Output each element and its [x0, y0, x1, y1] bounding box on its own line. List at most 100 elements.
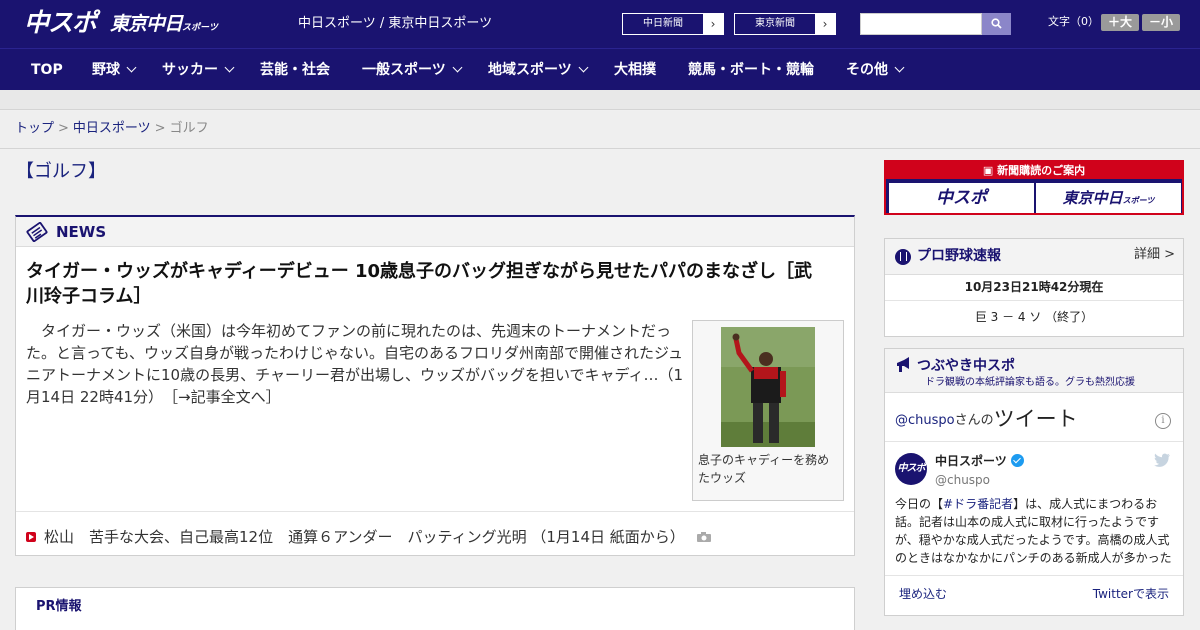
baseball-icon	[895, 249, 911, 265]
play-bullet-icon	[26, 532, 36, 542]
nav-label: 大相撲	[614, 62, 656, 78]
baseball-score-header: プロ野球速報 詳細 >	[885, 239, 1183, 275]
nav-label: 芸能・社会	[260, 62, 330, 78]
nav-soccer[interactable]: サッカー	[162, 49, 235, 91]
nav-sumo[interactable]: 大相撲	[614, 49, 656, 91]
twitter-divider	[885, 441, 1183, 442]
baseball-score-box: プロ野球速報 詳細 > 10月23日21時42分現在 巨 3 － 4 ソ （終了…	[884, 238, 1184, 337]
newspaper-icon	[26, 222, 48, 242]
font-larger-button[interactable]: ＋大	[1101, 14, 1139, 31]
breadcrumb-separator: >	[58, 121, 69, 136]
subscribe-bar: ▣ 新聞購読のご案内	[886, 162, 1182, 179]
news-header: NEWS	[16, 217, 854, 247]
news-divider	[16, 511, 854, 512]
nav-label: 地域スポーツ	[488, 62, 572, 78]
nav-label: 競馬・ボート・競輪	[688, 62, 814, 78]
tokyo-logo-text: 東京中日	[110, 13, 183, 35]
top-header: 中スポ 東京中日スポーツ 中日スポーツ / 東京中日スポーツ 中日新聞 › 東京…	[0, 0, 1200, 48]
pr-panel: PR情報	[15, 587, 855, 630]
pr-label: PR情報	[36, 599, 82, 614]
twitter-bird-icon[interactable]	[1154, 453, 1171, 467]
tweets-by-suffix: さんの	[954, 413, 994, 428]
subscribe-tokyo-small: スポーツ	[1122, 196, 1155, 205]
baseball-detail-link[interactable]: 詳細 >	[1134, 247, 1175, 263]
chevron-down-icon	[452, 62, 463, 73]
tokyo-chunichi-logo[interactable]: 東京中日スポーツ	[110, 12, 218, 40]
chevron-down-icon	[894, 62, 905, 73]
baseball-score-title: プロ野球速報	[917, 248, 1001, 264]
news-summary-text: タイガー・ウッズ（米国）は今年初めてファンの前に現れたのは、先週末のトーナメント…	[26, 322, 684, 406]
nav-label: サッカー	[162, 62, 218, 78]
twitter-handle-link[interactable]: @chuspo	[895, 413, 955, 428]
tweet-author-handle[interactable]: @chuspo	[935, 473, 990, 488]
news-panel: NEWS タイガー・ウッズがキャディーデビュー 10歳息子のバッグ担ぎながら見せ…	[15, 215, 855, 556]
read-more-link[interactable]: ［→記事全文へ］	[171, 388, 281, 406]
main-nav: TOP 野球 サッカー 芸能・社会 一般スポーツ 地域スポーツ 大相撲 競馬・ボ…	[0, 48, 1200, 90]
nav-label: TOP	[31, 62, 63, 78]
hashtag-link[interactable]: #ドラ番記者	[943, 497, 1013, 511]
subscribe-bar-label: 新聞購読のご案内	[997, 164, 1086, 177]
embed-link[interactable]: 埋め込む	[899, 586, 947, 602]
chevron-down-icon	[224, 62, 235, 73]
subscribe-chuspo-button[interactable]: 中スポ	[889, 183, 1034, 213]
chuspo-logo[interactable]: 中スポ	[24, 8, 97, 38]
tweet-author-name[interactable]: 中日スポーツ	[935, 454, 1024, 469]
news-photo	[721, 327, 815, 447]
news-sub-item-text: 松山 苦手な大会、自己最高12位 通算６アンダー パッティング光明 （1月14日…	[44, 528, 685, 546]
info-icon[interactable]: i	[1155, 413, 1171, 429]
tweets-label: ツイート	[993, 407, 1078, 431]
tokyo-shimbun-link[interactable]: 東京新聞 ›	[734, 13, 836, 35]
tweets-by-line: @chuspoさんのツイート	[895, 407, 1078, 433]
newspaper-icon: ▣	[982, 164, 998, 177]
search-button[interactable]	[982, 13, 1011, 35]
tokyo-shimbun-label: 東京新聞	[755, 18, 795, 29]
breadcrumb: トップ > 中日スポーツ > ゴルフ	[15, 121, 209, 137]
tokyo-logo-small: スポーツ	[182, 23, 218, 33]
chevron-down-icon	[126, 62, 137, 73]
breadcrumb-chunichi-link[interactable]: 中日スポーツ	[73, 121, 151, 136]
nav-local-sports[interactable]: 地域スポーツ	[488, 49, 589, 91]
verified-icon	[1010, 454, 1024, 467]
page-title: 【ゴルフ】	[16, 161, 106, 182]
baseball-divider	[885, 300, 1183, 301]
chunichi-shimbun-link[interactable]: 中日新聞 ›	[622, 13, 724, 35]
twitter-box-title: つぶやき中スポ	[917, 358, 1015, 374]
view-on-twitter-link[interactable]: Twitterで表示	[1093, 586, 1169, 602]
subscribe-banner[interactable]: ▣ 新聞購読のご案内 中スポ 東京中日スポーツ	[884, 160, 1184, 215]
camera-icon	[696, 532, 711, 542]
search-input[interactable]	[860, 13, 982, 35]
chevron-right-icon: ›	[815, 14, 835, 34]
subscribe-tokyo-button[interactable]: 東京中日スポーツ	[1036, 183, 1181, 213]
twitter-footer-divider	[885, 575, 1183, 576]
nav-entertainment[interactable]: 芸能・社会	[260, 49, 330, 91]
nav-label: その他	[846, 62, 888, 78]
font-smaller-button[interactable]: －小	[1142, 14, 1180, 31]
breadcrumb-current: ゴルフ	[169, 121, 209, 136]
nav-baseball[interactable]: 野球	[92, 49, 137, 91]
breadcrumb-separator: >	[154, 121, 166, 136]
nav-top[interactable]: TOP	[31, 49, 63, 91]
avatar[interactable]: 中スポ	[895, 453, 927, 485]
photo-caption: 息子のキャディーを務めたウッズ	[698, 453, 830, 485]
chevron-down-icon	[578, 62, 589, 73]
nav-label: 野球	[92, 62, 120, 78]
news-headline[interactable]: タイガー・ウッズがキャディーデビュー 10歳息子のバッグ担ぎながら見せたパパのま…	[26, 259, 826, 309]
news-photo-box[interactable]: 息子のキャディーを務めたウッズ	[692, 320, 844, 501]
twitter-box-subtitle: ドラ観戦の本紙評論家も語る。グラも熱烈応援	[925, 377, 1135, 388]
baseball-timestamp: 10月23日21時42分現在	[964, 280, 1104, 294]
chevron-right-icon: ›	[703, 14, 723, 34]
search-icon	[991, 18, 1002, 29]
tweet-text-pre: 今日の【	[895, 497, 944, 511]
nav-other[interactable]: その他	[846, 49, 905, 91]
nav-general-sports[interactable]: 一般スポーツ	[362, 49, 463, 91]
news-sub-item[interactable]: 松山 苦手な大会、自己最高12位 通算６アンダー パッティング光明 （1月14日…	[26, 526, 846, 548]
nav-racing[interactable]: 競馬・ボート・競輪	[688, 49, 814, 91]
tweet-text: 今日の【#ドラ番記者】は、成人式にまつわるお話。記者は山本の成人式に取材に行った…	[895, 495, 1175, 567]
subscribe-tokyo-text: 東京中日	[1062, 189, 1123, 207]
news-section-label: NEWS	[56, 223, 107, 241]
news-summary: タイガー・ウッズ（米国）は今年初めてファンの前に現れたのは、先週末のトーナメント…	[26, 320, 686, 408]
twitter-box: つぶやき中スポ ドラ観戦の本紙評論家も語る。グラも熱烈応援 @chuspoさんの…	[884, 348, 1184, 616]
baseball-score[interactable]: 巨 3 － 4 ソ （終了）	[885, 309, 1183, 325]
breadcrumb-top-link[interactable]: トップ	[15, 121, 54, 136]
font-size-label: 文字（0）	[1048, 15, 1099, 28]
